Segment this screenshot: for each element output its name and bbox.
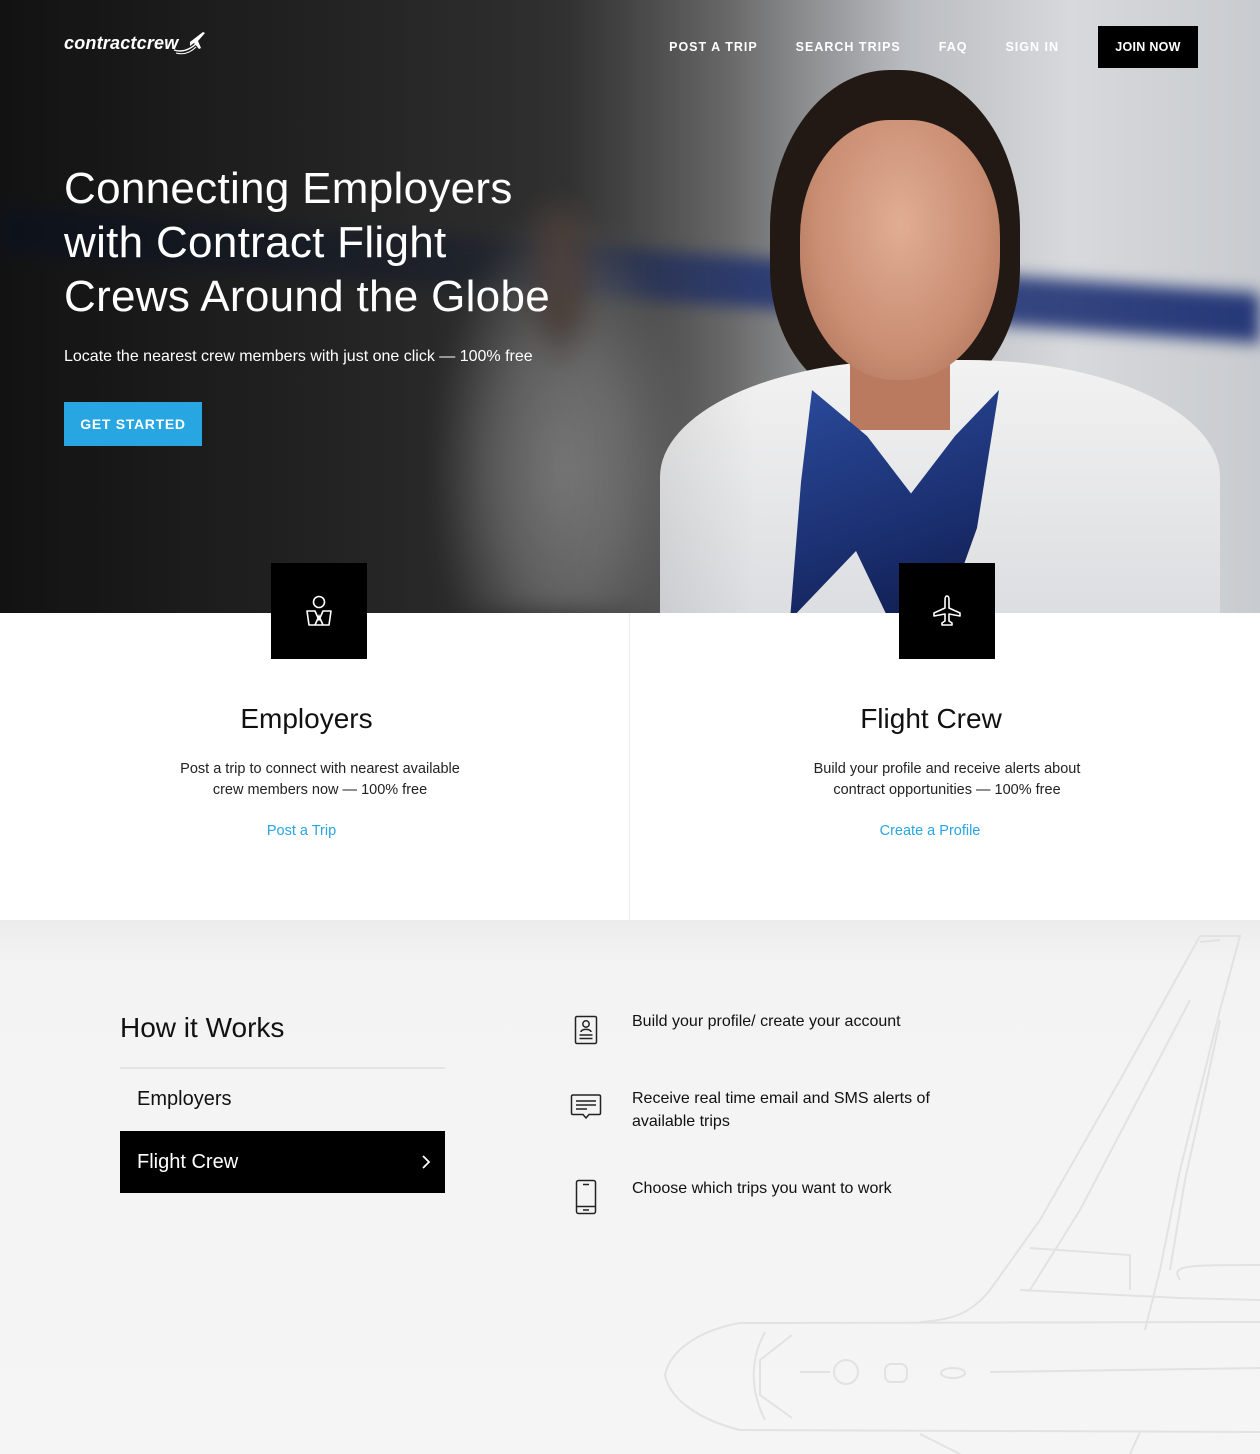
tab-employers-label: Employers <box>137 1087 232 1110</box>
logo[interactable]: contractcrew <box>64 30 206 56</box>
tab-flight-crew[interactable]: Flight Crew <box>120 1131 445 1193</box>
profile-card-icon <box>566 1010 606 1050</box>
flight-crew-card: Flight Crew Build your profile and recei… <box>630 563 1260 920</box>
hero-title: Connecting Employers with Contract Fligh… <box>64 164 550 321</box>
airplane-icon <box>899 563 995 659</box>
how-it-works-title: How it Works <box>120 1012 285 1043</box>
tab-flight-crew-label: Flight Crew <box>137 1150 239 1173</box>
step-item: Build your profile/ create your account <box>566 1010 952 1050</box>
nav-search-trips[interactable]: SEARCH TRIPS <box>796 40 901 54</box>
post-a-trip-link[interactable]: Post a Trip <box>0 823 616 839</box>
chevron-right-icon <box>422 1155 431 1169</box>
nav-post-a-trip[interactable]: POST A TRIP <box>669 40 758 54</box>
audience-cards: Employers Post a trip to connect with ne… <box>0 563 1260 920</box>
nav-faq[interactable]: FAQ <box>939 40 968 54</box>
step-item: Choose which trips you want to work <box>566 1177 952 1217</box>
tab-employers[interactable]: Employers <box>120 1068 445 1130</box>
step-item: Receive real time email and SMS alerts o… <box>566 1087 952 1133</box>
step-text: Choose which trips you want to work <box>632 1180 892 1197</box>
get-started-button[interactable]: GET STARTED <box>64 402 202 446</box>
logo-airplane-icon <box>174 32 206 55</box>
logo-text: contractcrew <box>64 32 179 53</box>
mobile-phone-icon <box>566 1177 606 1217</box>
employers-card-description: Post a trip to connect with nearest avai… <box>180 761 460 798</box>
step-text: Receive real time email and SMS alerts o… <box>632 1090 930 1130</box>
flight-crew-card-description: Build your profile and receive alerts ab… <box>813 761 1081 798</box>
create-a-profile-link[interactable]: Create a Profile <box>615 823 1245 839</box>
employers-card-title: Employers <box>240 703 373 734</box>
main-nav: POST A TRIP SEARCH TRIPS FAQ SIGN IN JOI… <box>669 26 1198 68</box>
flight-crew-card-title: Flight Crew <box>860 703 1002 734</box>
join-now-button[interactable]: JOIN NOW <box>1098 26 1198 68</box>
step-text: Build your profile/ create your account <box>632 1013 901 1030</box>
employers-card: Employers Post a trip to connect with ne… <box>0 563 630 920</box>
person-icon <box>271 563 367 659</box>
message-icon <box>566 1087 606 1127</box>
hero-subtitle: Locate the nearest crew members with jus… <box>64 348 533 365</box>
nav-sign-in[interactable]: SIGN IN <box>1005 40 1059 54</box>
